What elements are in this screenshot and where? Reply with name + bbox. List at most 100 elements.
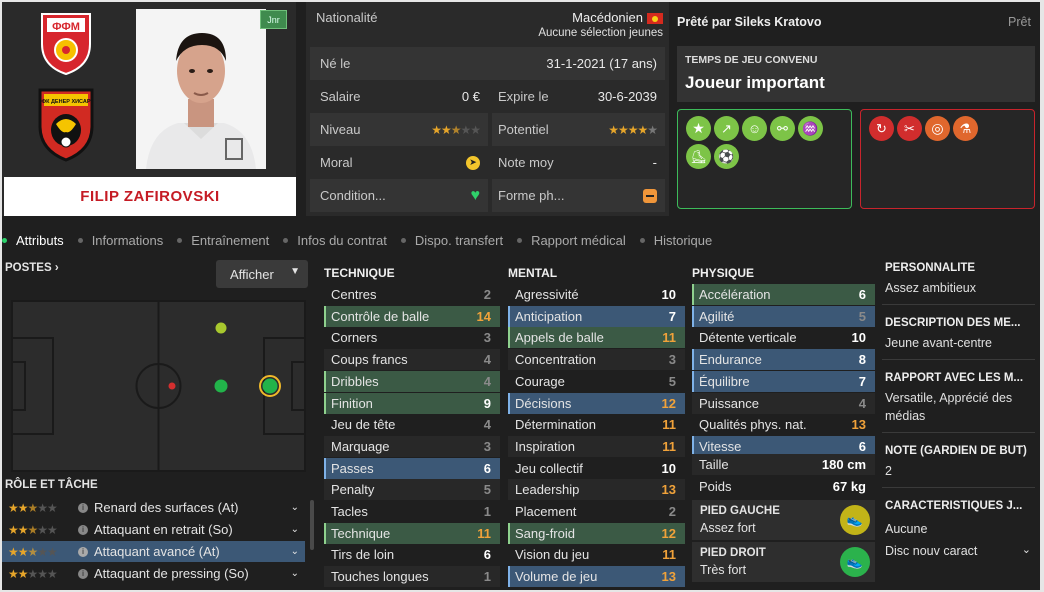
- tab-entrainement[interactable]: Entraînement: [177, 233, 269, 248]
- attribute-row[interactable]: Volume de jeu 13: [508, 566, 685, 588]
- height-label: Taille: [699, 457, 729, 472]
- chain-icon[interactable]: ⚯: [770, 116, 795, 141]
- attribute-row[interactable]: Appels de balle 11: [508, 327, 685, 349]
- attribute-row[interactable]: Touches longues 1: [324, 566, 500, 588]
- positions-show-dropdown[interactable]: Afficher ▼: [216, 260, 308, 288]
- attribute-value: 3: [668, 352, 676, 368]
- chevron-down-icon[interactable]: ⌄: [291, 568, 299, 579]
- whistle-icon[interactable]: ♒: [798, 116, 823, 141]
- flask-icon[interactable]: ⚗: [953, 116, 978, 141]
- attribute-row[interactable]: Puissance 4: [692, 392, 875, 414]
- trend-icon[interactable]: ↗: [714, 116, 739, 141]
- new-trait-dropdown[interactable]: Disc nouv caract ⌄: [882, 540, 1035, 562]
- attribute-row[interactable]: Finition 9: [324, 392, 500, 414]
- attribute-row[interactable]: Équilibre 7: [692, 370, 875, 392]
- tab-indicator: [639, 237, 645, 243]
- roles-scrollbar[interactable]: [310, 500, 314, 550]
- attribute-row[interactable]: Vision du jeu 11: [508, 544, 685, 565]
- attribute-value: 10: [661, 287, 676, 302]
- attribute-row[interactable]: Contrôle de balle 14: [324, 305, 500, 327]
- target-icon[interactable]: ◎: [925, 116, 950, 141]
- attribute-row[interactable]: Penalty 5: [324, 479, 500, 501]
- cross-icon[interactable]: ↻: [869, 116, 894, 141]
- left-foot-label: PIED GAUCHE: [700, 505, 780, 517]
- attribute-row[interactable]: Endurance 8: [692, 349, 875, 371]
- attribute-value: 5: [483, 482, 491, 498]
- junior-badge: Jnr: [260, 10, 287, 29]
- personality-label: PERSONNALITÉ: [885, 262, 976, 274]
- weight-row: Poids 67 kg: [692, 476, 875, 497]
- attribute-row[interactable]: Inspiration 11: [508, 435, 685, 457]
- attribute-name: Contrôle de balle: [331, 308, 430, 324]
- head-icon[interactable]: ☺: [742, 116, 767, 141]
- right-boot-icon: 👟: [840, 547, 870, 577]
- attribute-value: 11: [662, 330, 676, 346]
- attribute-value: 7: [858, 373, 866, 389]
- role-item[interactable]: ★★★★★ i Renard des surfaces (At) ⌄: [2, 497, 305, 518]
- attribute-row[interactable]: Tacles 1: [324, 501, 500, 522]
- attribute-row[interactable]: Détermination 11: [508, 414, 685, 435]
- attribute-row[interactable]: Anticipation 7: [508, 305, 685, 327]
- loan-label[interactable]: Prêté par Sileks Kratovo: [677, 15, 822, 29]
- role-stars: ★★★★★: [8, 500, 58, 515]
- attribute-row[interactable]: Sang-froid 12: [508, 522, 685, 544]
- role-item-selected[interactable]: ★★★★★ i Attaquant avancé (At) ⌄: [2, 541, 305, 562]
- attribute-row[interactable]: Centres 2: [324, 284, 500, 305]
- ball-icon[interactable]: ⚽: [714, 144, 739, 169]
- attribute-row[interactable]: Agilité 5: [692, 305, 875, 327]
- attribute-value: 3: [483, 438, 491, 454]
- chevron-down-icon[interactable]: ⌄: [291, 546, 299, 557]
- attribute-row[interactable]: Placement 2: [508, 501, 685, 522]
- info-icon[interactable]: i: [78, 568, 88, 579]
- tab-attributs[interactable]: Attributs: [2, 233, 64, 248]
- attribute-row[interactable]: Détente verticale 10: [692, 327, 875, 348]
- condition-row: Condition... ♥: [310, 179, 488, 212]
- star-icon[interactable]: ★: [686, 116, 711, 141]
- attribute-row[interactable]: Concentration 3: [508, 349, 685, 371]
- attribute-row[interactable]: Courage 5: [508, 371, 685, 392]
- tab-transfert[interactable]: Dispo. transfert: [400, 233, 503, 248]
- attribute-row[interactable]: Qualités phys. nat. 13: [692, 414, 875, 435]
- tab-medical[interactable]: Rapport médical: [517, 233, 626, 248]
- tab-label: Infos du contrat: [297, 232, 387, 248]
- attribute-value: 11: [662, 417, 676, 433]
- tab-informations[interactable]: Informations: [77, 233, 163, 248]
- role-item[interactable]: ★★★★★ i Attaquant de pressing (So) ⌄: [2, 563, 305, 584]
- salary-value: 0 €: [461, 89, 480, 104]
- tab-historique[interactable]: Historique: [639, 233, 712, 248]
- info-icon[interactable]: i: [78, 502, 88, 513]
- attribute-row[interactable]: Dribbles 4: [324, 370, 500, 392]
- attribute-row[interactable]: Coups francs 4: [324, 349, 500, 371]
- role-item[interactable]: ★★★★★ i Attaquant en retrait (So) ⌄: [2, 519, 305, 540]
- attribute-row[interactable]: Corners 3: [324, 327, 500, 348]
- positions-title[interactable]: POSTES ›: [5, 262, 59, 274]
- condition-heart-icon: ♥: [470, 186, 481, 204]
- attribute-row[interactable]: Agressivité 10: [508, 284, 685, 305]
- attribute-row[interactable]: Passes 6: [324, 457, 500, 479]
- attribute-row[interactable]: Jeu de tête 4: [324, 414, 500, 435]
- attribute-row[interactable]: Marquage 3: [324, 435, 500, 457]
- left-foot-value: Assez fort: [700, 521, 756, 535]
- level-stars: ★★★★★: [431, 122, 481, 137]
- attribute-row[interactable]: Jeu collectif 10: [508, 458, 685, 479]
- tab-indicator: [77, 237, 83, 243]
- morale-icon: ➤: [466, 155, 480, 170]
- attribute-name: Agilité: [699, 308, 735, 324]
- chevron-down-icon[interactable]: ⌄: [291, 524, 299, 535]
- expires-label: Expire le: [498, 89, 549, 104]
- attribute-row[interactable]: Décisions 12: [508, 392, 685, 414]
- info-icon[interactable]: i: [78, 546, 88, 557]
- chevron-down-icon[interactable]: ⌄: [291, 502, 299, 513]
- attribute-row[interactable]: Leadership 13: [508, 479, 685, 501]
- attribute-row[interactable]: Accélération 6: [692, 284, 875, 305]
- boot-icon[interactable]: ⛸: [686, 144, 711, 169]
- attribute-name: Jeu de tête: [331, 417, 396, 433]
- info-icon[interactable]: i: [78, 524, 88, 535]
- attribute-row[interactable]: Technique 11: [324, 522, 500, 544]
- attribute-name: Détente verticale: [699, 330, 797, 346]
- tab-contrat[interactable]: Infos du contrat: [283, 233, 387, 248]
- attribute-value: 5: [858, 308, 866, 324]
- attribute-row[interactable]: Tirs de loin 6: [324, 544, 500, 565]
- attribute-name: Passes: [331, 460, 374, 476]
- scissors-icon[interactable]: ✂: [897, 116, 922, 141]
